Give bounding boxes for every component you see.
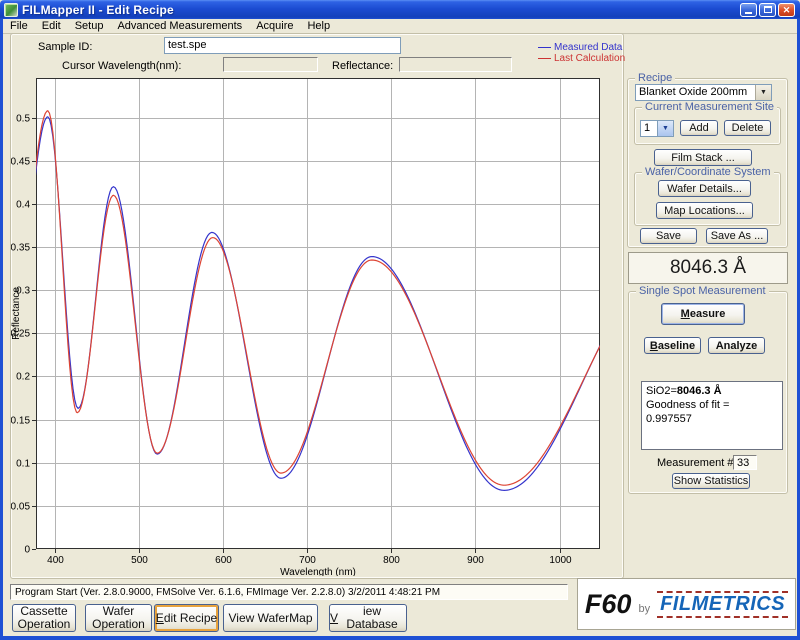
minimize-button[interactable] <box>740 3 757 17</box>
legend-entry-last-calculation: Last Calculation <box>538 53 625 64</box>
wafer-details-button[interactable]: Wafer Details... <box>658 180 751 197</box>
legend-label-measured: Measured Data <box>554 42 622 53</box>
window-frame-left <box>0 19 3 636</box>
measurement-number-field: 33 <box>733 455 757 470</box>
measured-line-icon <box>538 47 551 48</box>
close-button[interactable]: ✕ <box>778 3 795 17</box>
maximize-icon <box>764 6 772 13</box>
nav-wafer-operation-button[interactable]: Wafer Operation <box>85 604 152 632</box>
save-button[interactable]: Save <box>640 228 697 244</box>
recipe-value: Blanket Oxide 200mm <box>636 85 755 100</box>
window-title: FILMapper II - Edit Recipe <box>22 3 174 17</box>
results-thickness-value: 8046.3 Å <box>677 385 722 397</box>
menu-item-advanced-measurements[interactable]: Advanced Measurements <box>110 19 249 33</box>
nav-cassette-operation-button[interactable]: Cassette Operation <box>12 604 76 632</box>
last-calculation-line-icon <box>538 58 551 59</box>
results-line1: SiO2=8046.3 Å <box>646 384 778 398</box>
reflectance-label: Reflectance: <box>332 60 393 72</box>
analyze-button[interactable]: Analyze <box>708 337 765 354</box>
recipe-dropdown-arrow-icon[interactable]: ▼ <box>755 85 771 100</box>
maximize-button[interactable] <box>759 3 776 17</box>
site-value: 1 <box>641 121 657 136</box>
nav-edit-recipe-button[interactable]: Edit Recipe <box>154 604 219 632</box>
site-select[interactable]: 1 ▼ <box>640 120 674 137</box>
measure-button[interactable]: Measure <box>661 303 745 325</box>
status-bar: Program Start (Ver. 2.8.0.9000, FMSolve … <box>10 584 568 600</box>
recipe-label: Recipe <box>635 72 675 84</box>
nav-view-database-button[interactable]: View Database <box>329 604 407 632</box>
cursor-wavelength-field <box>223 57 318 72</box>
map-locations-button[interactable]: Map Locations... <box>656 202 753 219</box>
minimize-icon <box>745 12 752 14</box>
save-as-button[interactable]: Save As ... <box>706 228 768 244</box>
sample-id-label: Sample ID: <box>38 41 92 53</box>
baseline-button[interactable]: Baseline <box>644 337 701 354</box>
menubar: File Edit Setup Advanced Measurements Ac… <box>3 19 797 34</box>
site-group-label: Current Measurement Site <box>642 101 777 113</box>
window-titlebar: FILMapper II - Edit Recipe ✕ <box>0 0 800 19</box>
legend-label-last-calculation: Last Calculation <box>554 53 625 64</box>
menu-item-setup[interactable]: Setup <box>68 19 111 33</box>
menu-item-help[interactable]: Help <box>300 19 337 33</box>
sample-id-input[interactable]: test.spe <box>164 37 401 54</box>
delete-site-button[interactable]: Delete <box>724 120 771 136</box>
results-box: SiO2=8046.3 Å Goodness of fit = 0.997557 <box>641 381 783 450</box>
film-stack-button[interactable]: Film Stack ... <box>654 149 752 166</box>
window-frame-bottom <box>0 636 800 640</box>
filmetrics-logo: FILMETRICS <box>657 591 788 618</box>
site-dropdown-arrow-icon[interactable]: ▼ <box>657 121 673 136</box>
measurement-number-label: Measurement #: <box>657 457 736 469</box>
single-spot-label: Single Spot Measurement <box>636 285 769 297</box>
add-site-button[interactable]: Add <box>680 120 718 136</box>
chart-legend: Measured Data Last Calculation <box>538 42 625 64</box>
logo-f60: F60 <box>585 589 632 620</box>
thickness-display: 8046.3 Å <box>628 252 788 284</box>
spectrum-chart[interactable] <box>11 74 621 576</box>
legend-entry-measured: Measured Data <box>538 42 625 53</box>
filmapper-window: { "window": { "title": "FILMapper II - E… <box>0 0 800 640</box>
logo-box: F60 by FILMETRICS <box>577 578 796 630</box>
logo-by: by <box>638 603 650 615</box>
app-icon <box>4 3 18 17</box>
nav-view-wafermap-button[interactable]: View WaferMap <box>223 604 318 632</box>
results-line2: Goodness of fit = 0.997557 <box>646 398 778 426</box>
menu-item-edit[interactable]: Edit <box>35 19 68 33</box>
show-statistics-button[interactable]: Show Statistics <box>672 473 750 489</box>
wafer-coordinate-label: Wafer/Coordinate System <box>642 166 774 178</box>
cursor-wavelength-label: Cursor Wavelength(nm): <box>62 60 181 72</box>
menu-item-file[interactable]: File <box>3 19 35 33</box>
menu-item-acquire[interactable]: Acquire <box>249 19 300 33</box>
recipe-select[interactable]: Blanket Oxide 200mm ▼ <box>635 84 772 101</box>
reflectance-field <box>399 57 512 72</box>
